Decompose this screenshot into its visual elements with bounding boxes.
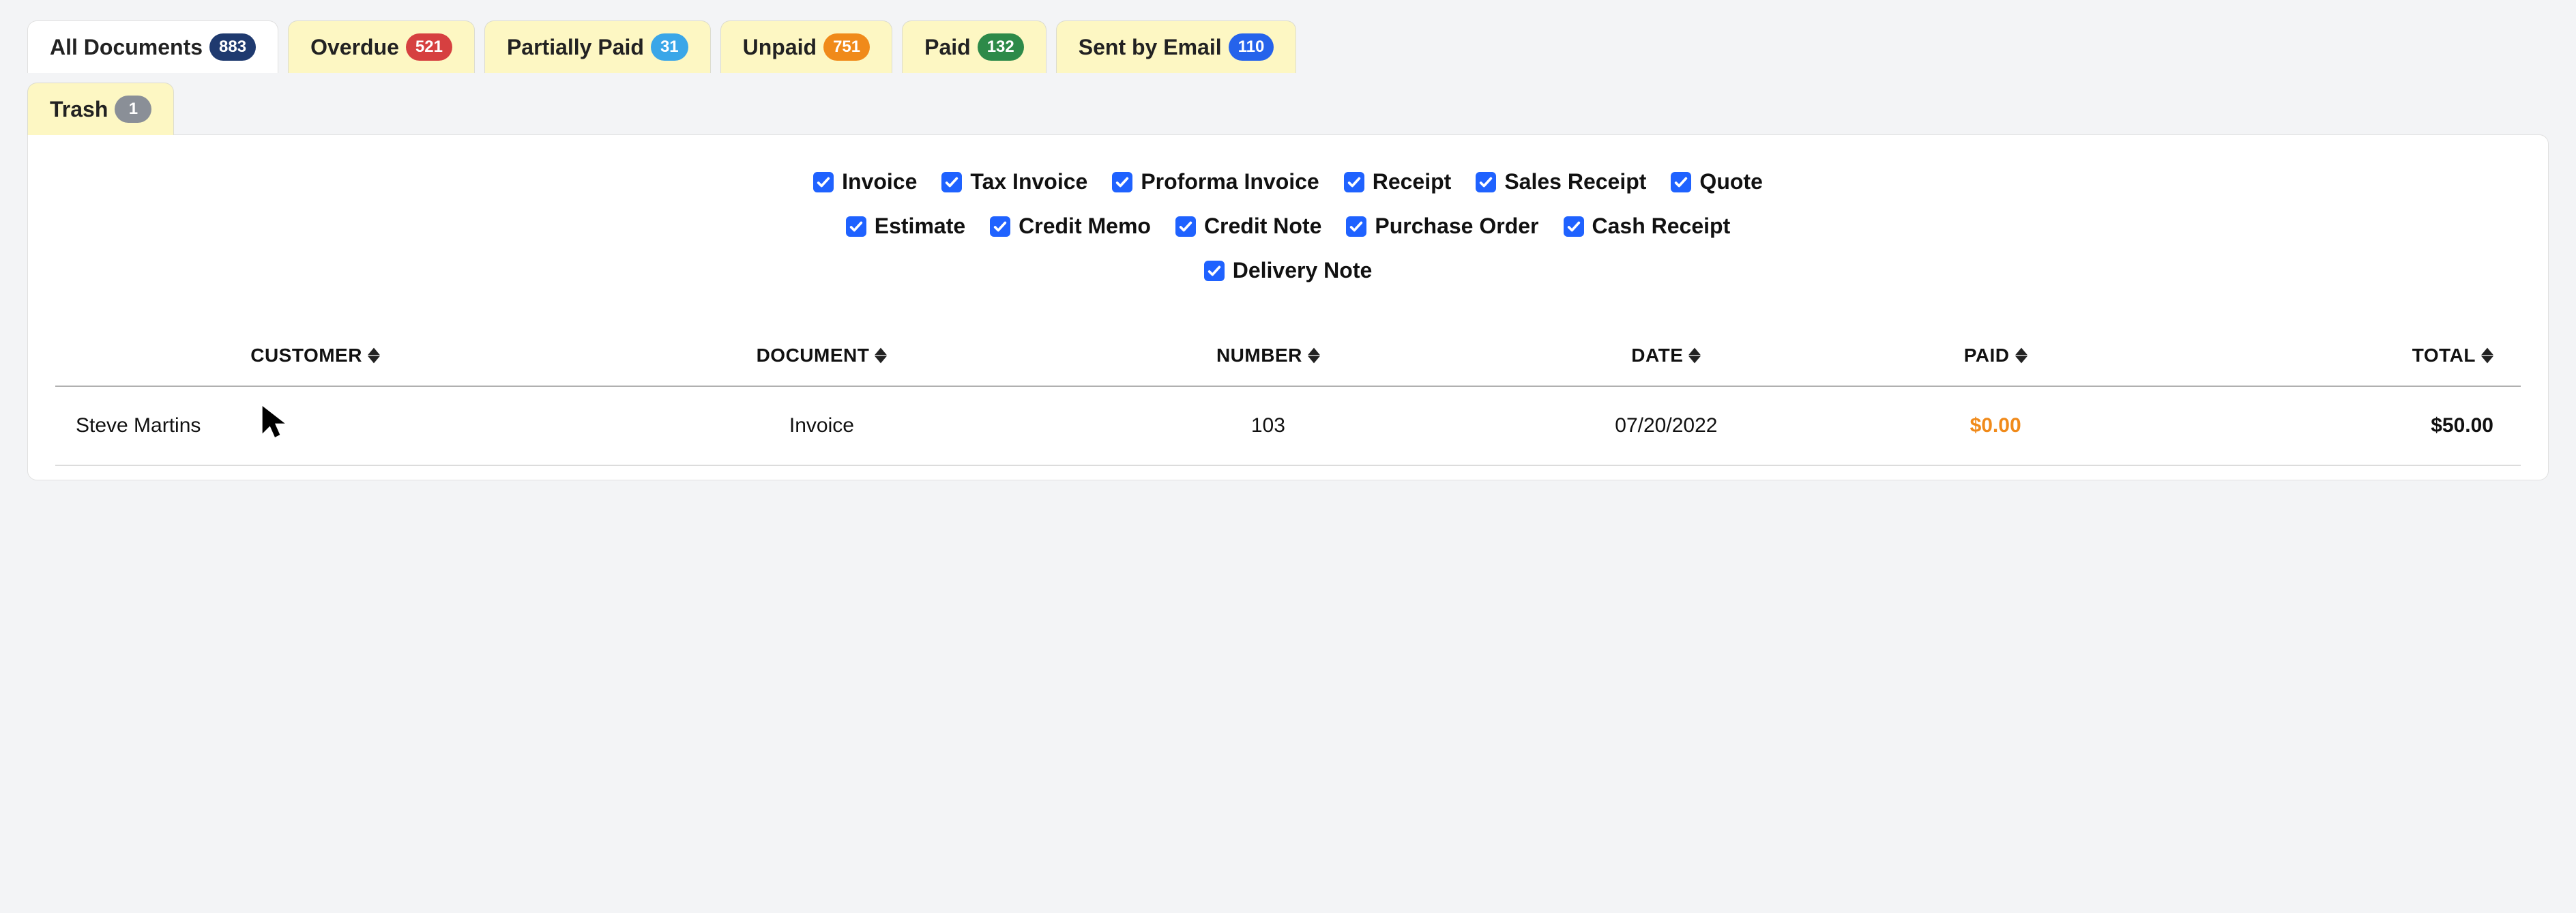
table-row[interactable]: Steve Martins Invoice 103 07/20/2022 $0.… [55, 386, 2521, 465]
sort-icon [2015, 347, 2028, 364]
column-header-total[interactable]: TOTAL [2127, 331, 2521, 386]
tab-unpaid[interactable]: Unpaid751 [720, 20, 892, 73]
checkbox-icon [1671, 172, 1691, 192]
filter-sales-receipt[interactable]: Sales Receipt [1476, 169, 1646, 194]
filter-label: Credit Memo [1019, 214, 1151, 239]
tab-label: Partially Paid [507, 35, 644, 60]
sort-icon [2481, 347, 2493, 364]
column-header-document[interactable]: DOCUMENT [575, 331, 1068, 386]
checkbox-icon [813, 172, 834, 192]
filter-quote[interactable]: Quote [1671, 169, 1762, 194]
documents-table: CUSTOMER DOCUMENT [55, 331, 2521, 466]
filter-credit-note[interactable]: Credit Note [1175, 214, 1321, 239]
tabs-row: All Documents883 Overdue 521 Partially Paid… [27, 20, 2549, 73]
filter-label: Proforma Invoice [1141, 169, 1319, 194]
cell-number: 103 [1068, 386, 1468, 465]
cell-date: 07/20/2022 [1468, 386, 1864, 465]
tab-label: Overdue [310, 35, 399, 60]
checkbox-icon [1476, 172, 1496, 192]
checkbox-icon [990, 216, 1010, 237]
column-header-label: TOTAL [2412, 345, 2476, 366]
filter-proforma-invoice[interactable]: Proforma Invoice [1112, 169, 1319, 194]
column-header-number[interactable]: NUMBER [1068, 331, 1468, 386]
tab-count-badge: 110 [1229, 33, 1274, 61]
cell-document: Invoice [575, 386, 1068, 465]
tab-label: Trash [50, 97, 108, 122]
tab-paid[interactable]: Paid 132 [902, 20, 1046, 73]
tab-count-badge: 31 [651, 33, 688, 61]
filter-credit-memo[interactable]: Credit Memo [990, 214, 1151, 239]
filter-label: Estimate [875, 214, 965, 239]
tab-overdue[interactable]: Overdue 521 [288, 20, 475, 73]
tab-label: All Documents [50, 35, 203, 60]
cell-paid: $0.00 [1864, 386, 2127, 465]
filter-label: Delivery Note [1233, 258, 1373, 283]
filter-label: Credit Note [1204, 214, 1321, 239]
filter-purchase-order[interactable]: Purchase Order [1346, 214, 1538, 239]
filter-label: Sales Receipt [1504, 169, 1646, 194]
checkbox-icon [941, 172, 962, 192]
tab-sent-by-email[interactable]: Sent by Email 110 [1056, 20, 1297, 73]
column-header-date[interactable]: DATE [1468, 331, 1864, 386]
tab-label: Sent by Email [1079, 35, 1222, 60]
checkbox-icon [846, 216, 866, 237]
filter-receipt[interactable]: Receipt [1344, 169, 1452, 194]
checkbox-icon [1564, 216, 1584, 237]
tab-count-badge: 1 [115, 96, 151, 123]
customer-name: Steve Martins [76, 414, 201, 437]
tab-count-badge: 751 [823, 33, 870, 61]
documents-panel: Invoice Tax Invoice Proforma Invoice Receip… [27, 134, 2549, 480]
filter-cash-receipt[interactable]: Cash Receipt [1564, 214, 1731, 239]
filter-estimate[interactable]: Estimate [846, 214, 965, 239]
filter-delivery-note[interactable]: Delivery Note [1204, 258, 1373, 283]
filter-label: Receipt [1373, 169, 1452, 194]
tab-partially-paid[interactable]: Partially Paid 31 [484, 20, 711, 73]
column-header-paid[interactable]: PAID [1864, 331, 2127, 386]
sort-icon [875, 347, 887, 364]
column-header-label: NUMBER [1216, 345, 1302, 366]
tab-all-documents[interactable]: All Documents883 [27, 20, 278, 73]
tab-label: Paid [924, 35, 971, 60]
cursor-arrow-icon [260, 403, 290, 444]
column-header-label: PAID [1964, 345, 2010, 366]
tab-count-badge: 132 [978, 33, 1024, 61]
paid-amount: $0.00 [1970, 414, 2021, 437]
column-header-label: DOCUMENT [757, 345, 870, 366]
filter-label: Invoice [842, 169, 917, 194]
sort-icon [1688, 347, 1701, 364]
column-header-label: CUSTOMER [250, 345, 362, 366]
sort-icon [1308, 347, 1320, 364]
checkbox-icon [1112, 172, 1132, 192]
checkbox-icon [1346, 216, 1366, 237]
cell-customer: Steve Martins [55, 386, 575, 465]
tab-trash[interactable]: Trash 1 [27, 83, 174, 135]
filter-invoice[interactable]: Invoice [813, 169, 917, 194]
document-type-filters: Invoice Tax Invoice Proforma Invoice Receip… [776, 169, 1800, 283]
checkbox-icon [1344, 172, 1364, 192]
filter-tax-invoice[interactable]: Tax Invoice [941, 169, 1087, 194]
filter-label: Cash Receipt [1592, 214, 1731, 239]
tab-count-badge: 521 [406, 33, 452, 61]
tabs-row-secondary: Trash 1 [27, 83, 2549, 135]
total-amount: $50.00 [2431, 414, 2493, 437]
cell-total: $50.00 [2127, 386, 2521, 465]
sort-icon [368, 347, 380, 364]
column-header-label: DATE [1631, 345, 1683, 366]
checkbox-icon [1204, 261, 1225, 281]
filter-label: Tax Invoice [970, 169, 1087, 194]
column-header-customer[interactable]: CUSTOMER [55, 331, 575, 386]
checkbox-icon [1175, 216, 1196, 237]
filter-label: Purchase Order [1375, 214, 1538, 239]
filter-label: Quote [1699, 169, 1762, 194]
tab-label: Unpaid [743, 35, 817, 60]
tab-count-badge: 883 [209, 33, 256, 61]
